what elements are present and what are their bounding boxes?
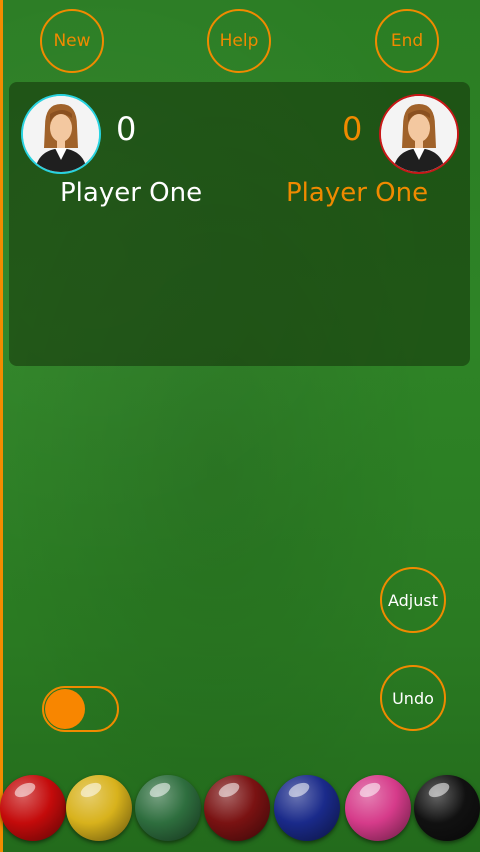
blue-ball[interactable] [274, 775, 340, 841]
black-ball[interactable] [414, 775, 480, 841]
player-two-name[interactable]: Player One [286, 178, 428, 208]
pink-ball[interactable] [345, 775, 411, 841]
undo-button[interactable]: Undo [380, 665, 446, 731]
adjust-button[interactable]: Adjust [380, 567, 446, 633]
toggle-knob [45, 689, 85, 729]
new-button[interactable]: New [40, 9, 104, 73]
player-one-avatar[interactable] [21, 94, 101, 174]
red-ball[interactable] [0, 775, 66, 841]
female-avatar-icon [381, 96, 457, 172]
yellow-ball[interactable] [66, 775, 132, 841]
female-avatar-icon [23, 96, 99, 172]
end-button[interactable]: End [375, 9, 439, 73]
green-ball[interactable] [135, 775, 201, 841]
player-one-name[interactable]: Player One [60, 178, 202, 208]
player-one-score: 0 [116, 110, 137, 148]
left-edge-accent [0, 0, 3, 852]
score-panel: 0 Player One 0 Player One [9, 82, 470, 366]
player-two-score: 0 [342, 110, 363, 148]
player-toggle-switch[interactable] [42, 686, 119, 732]
help-button[interactable]: Help [207, 9, 271, 73]
brown-ball[interactable] [204, 775, 270, 841]
player-two-avatar[interactable] [379, 94, 459, 174]
